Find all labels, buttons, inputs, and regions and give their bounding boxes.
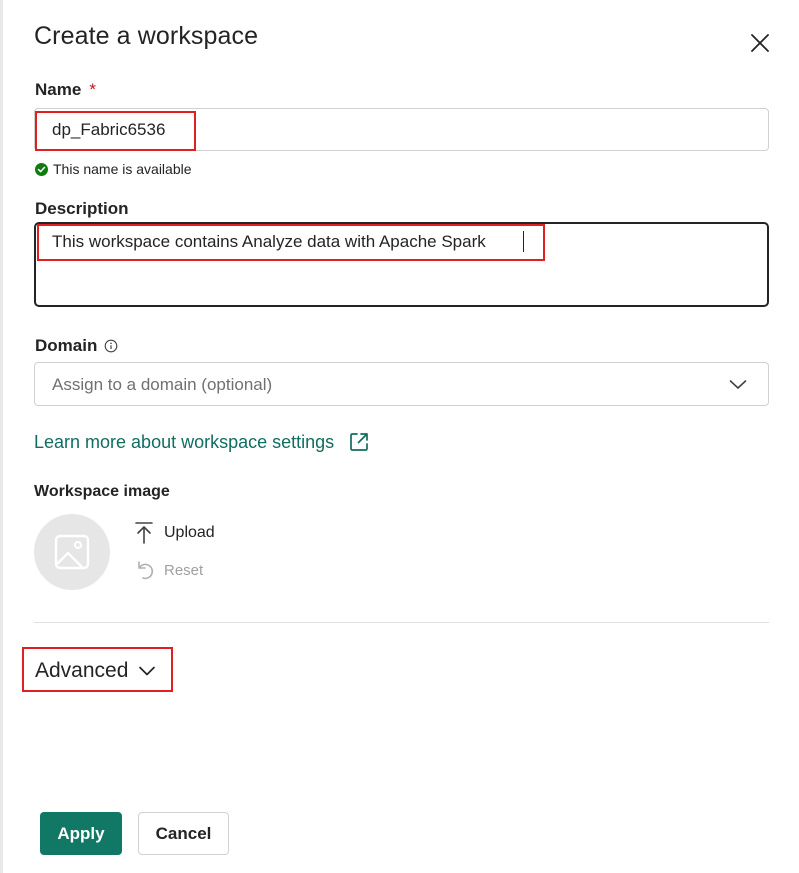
learn-more-link[interactable]: Learn more about workspace settings [34,431,370,453]
dialog-title: Create a workspace [34,22,259,50]
chevron-down-icon [729,380,747,389]
domain-label-text: Domain [35,336,98,355]
upload-icon [135,522,153,544]
name-highlight-box [35,111,196,151]
required-asterisk: * [89,80,96,99]
domain-placeholder: Assign to a domain (optional) [52,375,273,394]
workspace-image-label: Workspace image [34,483,170,500]
domain-dropdown[interactable]: Assign to a domain (optional) [34,362,769,406]
info-icon[interactable] [104,339,118,353]
upload-label: Upload [164,524,215,541]
close-button[interactable] [746,29,774,57]
open-external-icon [350,433,369,451]
check-circle-icon [35,162,48,176]
section-divider [34,622,769,623]
close-icon [751,34,769,52]
reset-button[interactable]: Reset [134,559,203,581]
workspace-image-placeholder [34,514,110,590]
create-workspace-panel: Create a workspace Name * dp_Fabric6536 T… [0,0,799,873]
advanced-highlight-box [22,647,173,692]
name-label: Name * [35,80,96,100]
image-placeholder-icon [54,534,90,570]
apply-button[interactable]: Apply [40,812,122,855]
learn-more-text: Learn more about workspace settings [34,431,335,452]
description-highlight-box [37,224,545,261]
availability-text: This name is available [53,161,192,177]
name-availability-status: This name is available [35,161,192,177]
reset-label: Reset [164,561,204,579]
description-label: Description [35,199,129,218]
reset-icon [138,561,154,580]
name-label-text: Name [35,80,82,99]
cancel-button[interactable]: Cancel [138,812,229,855]
domain-label: Domain [35,336,118,356]
upload-button[interactable]: Upload [134,521,215,545]
